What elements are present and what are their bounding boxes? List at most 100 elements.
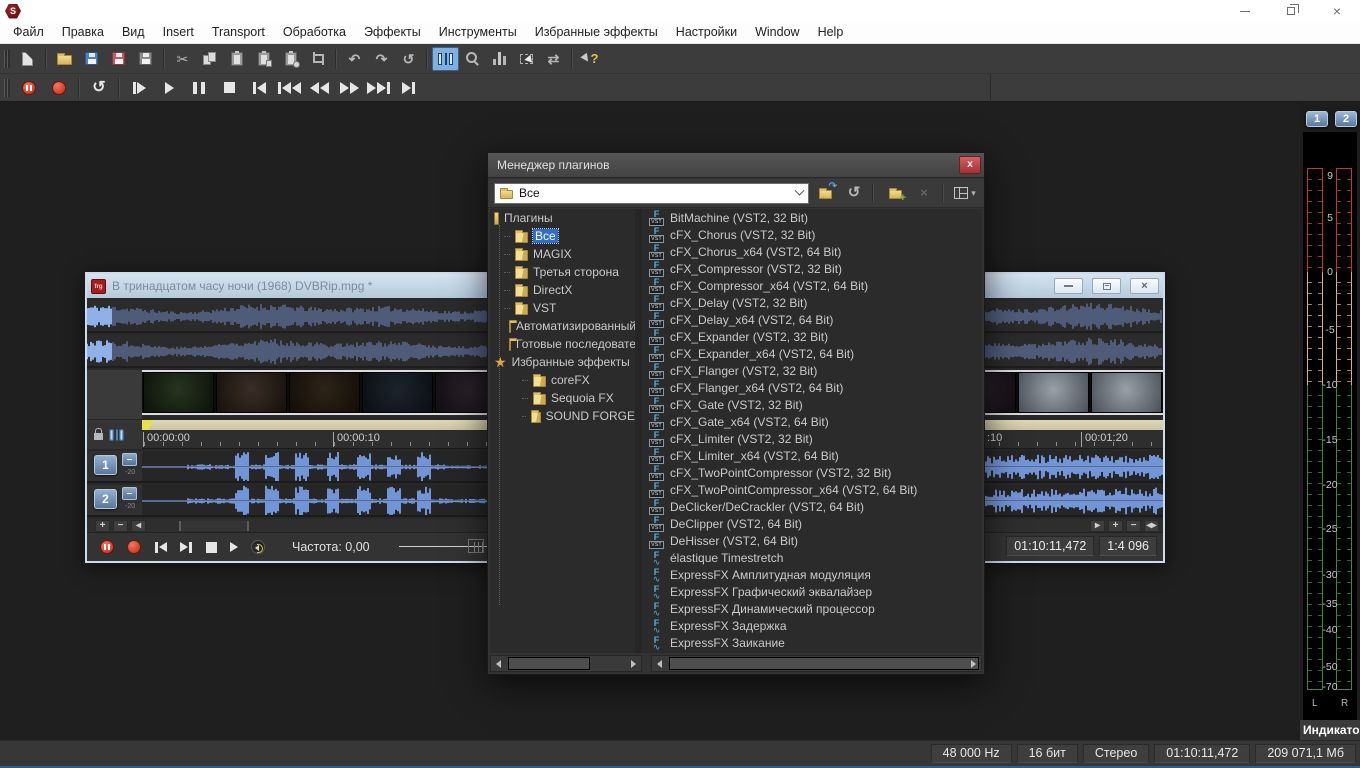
open-button[interactable] <box>51 47 78 71</box>
video-thumbnail[interactable] <box>289 372 360 413</box>
menu-item-6[interactable]: Эффекты <box>355 22 430 43</box>
plugin-item[interactable]: F∿ExpressFX Динамический процессор <box>642 600 982 617</box>
restore-button[interactable]: ↺ <box>395 47 422 71</box>
plugin-item[interactable]: F∿ExpressFX Заикание <box>642 634 982 651</box>
plugin-item[interactable]: FVSTcFX_TwoPointCompressor (VST2, 32 Bit… <box>642 464 982 481</box>
plugin-item[interactable]: FVSTcFX_Gate (VST2, 32 Bit) <box>642 396 982 413</box>
view-options-button[interactable]: ▾ <box>952 182 978 204</box>
dialog-titlebar[interactable]: Менеджер плагинов x <box>488 153 984 178</box>
scroll-button[interactable]: + <box>1108 520 1123 532</box>
scrollbar-thumb[interactable] <box>508 657 590 670</box>
project-restore-button[interactable] <box>1092 278 1121 294</box>
goto-start-button[interactable] <box>154 542 167 553</box>
plugin-item[interactable]: FVSTDeHisser (VST2, 64 Bit) <box>642 532 982 549</box>
dialog-close-button[interactable]: x <box>959 156 981 174</box>
loop-button[interactable]: ↺ <box>84 76 114 100</box>
menu-item-10[interactable]: Window <box>746 22 808 43</box>
crossfade-editor-button[interactable]: ⇄ <box>540 47 567 71</box>
plugin-item[interactable]: FVSTcFX_TwoPointCompressor_x64 (VST2, 64… <box>642 481 982 498</box>
meter-channel-button-1[interactable]: 1 <box>1306 111 1328 127</box>
video-thumbnail[interactable] <box>362 372 433 413</box>
tree-item-directx[interactable]: DirectX <box>490 281 635 299</box>
plugin-item[interactable]: FVSTcFX_Chorus (VST2, 32 Bit) <box>642 226 982 243</box>
skip-back-button[interactable] <box>274 76 304 100</box>
copy-button[interactable] <box>196 47 223 71</box>
menu-item-1[interactable]: Правка <box>53 22 113 43</box>
new-file-button[interactable] <box>14 47 41 71</box>
tree-item-третья-сторона[interactable]: Третья сторона <box>490 263 635 281</box>
scrollbar-thumb[interactable] <box>179 521 249 531</box>
scroll-button[interactable]: ▸ <box>1090 520 1105 532</box>
menu-item-2[interactable]: Вид <box>113 22 154 43</box>
scroll-right-arrow[interactable] <box>626 656 641 671</box>
plugin-item[interactable]: FVSTcFX_Compressor (VST2, 32 Bit) <box>642 260 982 277</box>
skip-forward-button[interactable] <box>364 76 394 100</box>
lock-icon[interactable] <box>94 433 103 440</box>
scroll-button[interactable]: − <box>113 520 128 532</box>
plugin-item[interactable]: FVSTDeClicker/DeCrackler (VST2, 64 Bit) <box>642 498 982 515</box>
track2-minimize-button[interactable]: – <box>122 487 137 500</box>
import-folder-button[interactable]: ↷ <box>812 182 838 204</box>
meter-channel-button-2[interactable]: 2 <box>1335 111 1357 127</box>
speaker-button[interactable] <box>251 540 265 554</box>
save-all-button[interactable] <box>132 47 159 71</box>
tree-item-corefx[interactable]: coreFX <box>490 371 635 389</box>
video-thumbnail[interactable] <box>216 372 287 413</box>
menu-item-5[interactable]: Обработка <box>274 22 355 43</box>
toolbar-grip[interactable] <box>4 79 10 97</box>
track1-number-button[interactable]: 1 <box>94 455 117 475</box>
play-from-start-button[interactable] <box>124 76 154 100</box>
plugin-item[interactable]: F∿ExpressFX Амплитудная модуляция <box>642 566 982 583</box>
scroll-button[interactable]: + <box>95 520 110 532</box>
project-minimize-button[interactable] <box>1054 278 1083 294</box>
play-button[interactable] <box>230 542 238 552</box>
record-button[interactable] <box>44 76 74 100</box>
menu-item-7[interactable]: Инструменты <box>430 22 526 43</box>
project-close-button[interactable]: × <box>1130 278 1159 294</box>
plugin-item[interactable]: FVSTcFX_Delay (VST2, 32 Bit) <box>642 294 982 311</box>
marker-flag-icon[interactable] <box>142 420 153 430</box>
refresh-button[interactable]: ↺ <box>841 182 867 204</box>
plugin-item[interactable]: FVSTcFX_Expander_x64 (VST2, 64 Bit) <box>642 345 982 362</box>
toolbar-grip[interactable] <box>4 50 10 68</box>
menu-item-11[interactable]: Help <box>809 22 853 43</box>
plugin-item[interactable]: FVSTcFX_Compressor_x64 (VST2, 64 Bit) <box>642 277 982 294</box>
menu-item-0[interactable]: Файл <box>4 22 53 43</box>
paste-attributes-button[interactable] <box>250 47 277 71</box>
scroll-left-arrow[interactable] <box>491 656 506 671</box>
plugin-item[interactable]: FVSTcFX_Gate_x64 (VST2, 64 Bit) <box>642 413 982 430</box>
video-thumbnail[interactable] <box>1091 372 1162 413</box>
video-thumbnail[interactable] <box>143 372 214 413</box>
stop-button[interactable] <box>206 542 217 553</box>
plugin-item[interactable]: FVSTcFX_Flanger (VST2, 32 Bit) <box>642 362 982 379</box>
plugin-item[interactable]: FVSTDeClipper (VST2, 64 Bit) <box>642 515 982 532</box>
record-pause-button[interactable] <box>100 540 114 554</box>
plugin-item[interactable]: FVSTcFX_Limiter_x64 (VST2, 64 Bit) <box>642 447 982 464</box>
slider-grip[interactable] <box>468 539 484 553</box>
record-button[interactable] <box>127 540 141 554</box>
menu-item-3[interactable]: Insert <box>154 22 203 43</box>
crop-button[interactable] <box>304 47 331 71</box>
tree-item-плагины[interactable]: Плагины <box>490 209 635 227</box>
object-editor-button[interactable] <box>432 47 459 71</box>
list-horizontal-scrollbar[interactable] <box>651 655 982 672</box>
plugin-item[interactable]: FVSTBitMachine (VST2, 32 Bit) <box>642 209 982 226</box>
scroll-right-arrow[interactable] <box>966 656 981 671</box>
save-button[interactable] <box>78 47 105 71</box>
range-select-button[interactable] <box>513 47 540 71</box>
paste-button[interactable] <box>223 47 250 71</box>
scroll-button[interactable]: ◂▸ <box>1144 520 1159 532</box>
object-mode-icon[interactable] <box>110 429 124 440</box>
close-button[interactable]: × <box>1314 0 1360 22</box>
tree-item-sequoia-fx[interactable]: Sequoia FX <box>490 389 635 407</box>
track2-number-button[interactable]: 2 <box>94 489 117 509</box>
new-folder-button[interactable]: + <box>882 182 908 204</box>
tree-item-magix[interactable]: MAGIX <box>490 245 635 263</box>
tree-item-автоматизированный[interactable]: Автоматизированный <box>490 317 635 335</box>
goto-start-button[interactable] <box>244 76 274 100</box>
minimize-button[interactable] <box>1222 0 1268 22</box>
mouse-mode-button[interactable]: ? <box>577 47 604 71</box>
tree-item-избранные-эффекты[interactable]: ★Избранные эффекты <box>490 353 635 371</box>
plugin-item[interactable]: FVSTcFX_Expander (VST2, 32 Bit) <box>642 328 982 345</box>
plugin-item[interactable]: FVSTcFX_Flanger_x64 (VST2, 64 Bit) <box>642 379 982 396</box>
